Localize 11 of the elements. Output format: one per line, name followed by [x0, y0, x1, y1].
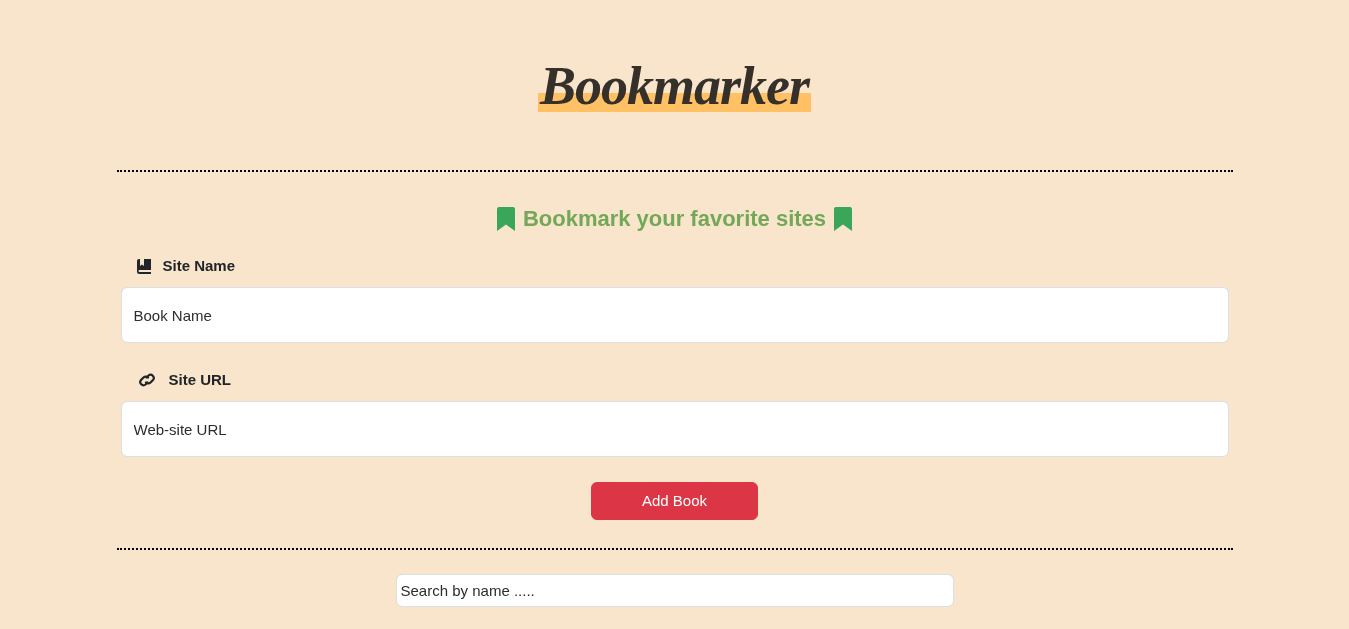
add-book-button[interactable]: Add Book [591, 482, 758, 520]
field-label: Site Name [162, 255, 236, 276]
form-heading: Bookmark your favorite sites [522, 205, 827, 233]
field-label: Site URL [168, 369, 231, 390]
bookmark-icon [496, 207, 515, 231]
link-icon [136, 373, 157, 387]
search-field[interactable]: Search by name ..... [395, 574, 954, 607]
book-icon [136, 258, 151, 274]
input-field[interactable]: Book Name [120, 287, 1229, 343]
input-field[interactable]: Web-site URL [120, 401, 1229, 457]
bookmark-icon [834, 207, 853, 231]
